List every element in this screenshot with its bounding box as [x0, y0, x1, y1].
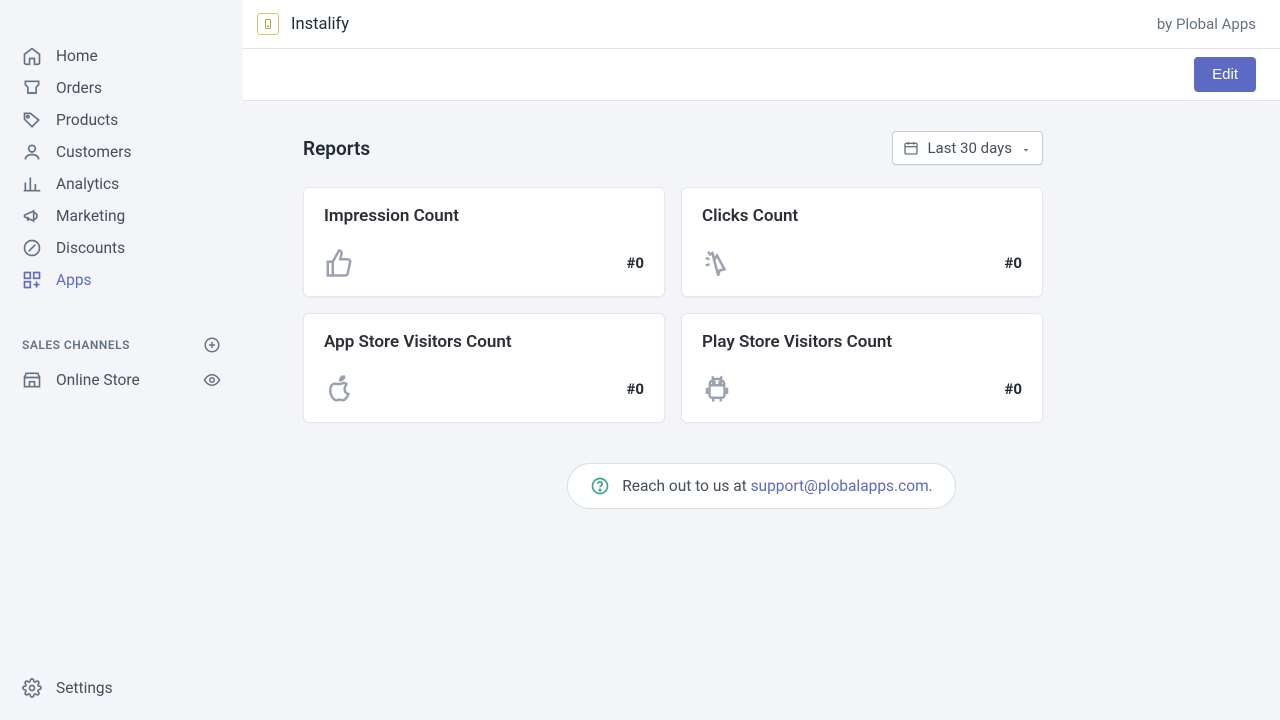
- card-title: App Store Visitors Count: [324, 332, 644, 352]
- apple-icon: [324, 374, 354, 404]
- edit-button[interactable]: Edit: [1194, 57, 1256, 92]
- nav-products[interactable]: Products: [0, 104, 243, 136]
- main: Instalify by Plobal Apps Edit Reports La…: [243, 0, 1280, 720]
- nav-settings[interactable]: Settings: [0, 670, 243, 720]
- megaphone-icon: [22, 206, 42, 226]
- reports-title: Reports: [303, 137, 370, 160]
- nav-label: Orders: [56, 79, 102, 97]
- date-range-select[interactable]: Last 30 days: [892, 131, 1043, 165]
- cursor-click-icon: [702, 248, 732, 278]
- card-title: Play Store Visitors Count: [702, 332, 1022, 352]
- orders-icon: [22, 78, 42, 98]
- calendar-icon: [903, 140, 919, 156]
- nav-list: Home Orders Products Customers Analytics: [0, 40, 243, 296]
- nav-label: Home: [56, 47, 98, 65]
- nav-label: Products: [56, 111, 118, 129]
- card-value: #0: [627, 380, 645, 398]
- support-text: Reach out to us at support@plobalapps.co…: [622, 477, 933, 495]
- store-icon: [22, 370, 42, 390]
- nav-marketing[interactable]: Marketing: [0, 200, 243, 232]
- by-label: by Plobal Apps: [1157, 15, 1256, 33]
- edit-bar: Edit: [243, 49, 1280, 101]
- card-play-store-visitors: Play Store Visitors Count #0: [681, 313, 1043, 423]
- nav-home[interactable]: Home: [0, 40, 243, 72]
- content: Reports Last 30 days Impression Count #0: [243, 101, 1280, 539]
- card-title: Clicks Count: [702, 206, 1022, 226]
- support-message: Reach out to us at support@plobalapps.co…: [567, 463, 956, 509]
- nav-label: Apps: [56, 271, 92, 289]
- home-icon: [22, 46, 42, 66]
- nav-label: Analytics: [56, 175, 119, 193]
- thumbs-up-icon: [324, 248, 354, 278]
- card-clicks-count: Clicks Count #0: [681, 187, 1043, 297]
- reports-grid: Impression Count #0 Clicks Count #0: [303, 187, 1043, 423]
- channel-label: Online Store: [56, 371, 140, 389]
- channel-online-store[interactable]: Online Store: [0, 362, 243, 398]
- help-icon: [590, 476, 610, 496]
- nav-orders[interactable]: Orders: [0, 72, 243, 104]
- nav-label: Customers: [56, 143, 131, 161]
- apps-icon: [22, 270, 42, 290]
- support-prefix: Reach out to us at: [622, 477, 750, 495]
- analytics-icon: [22, 174, 42, 194]
- support-email-link[interactable]: support@plobalapps.com: [751, 477, 929, 495]
- discount-icon: [22, 238, 42, 258]
- gear-icon: [22, 678, 42, 698]
- card-title: Impression Count: [324, 206, 644, 226]
- app-icon: [257, 13, 279, 35]
- chevron-down-icon: [1020, 142, 1032, 154]
- app-title: Instalify: [291, 15, 349, 34]
- sales-channels-label: SALES CHANNELS: [22, 338, 130, 352]
- nav-apps[interactable]: Apps: [0, 264, 243, 296]
- nav-label: Marketing: [56, 207, 125, 225]
- nav-customers[interactable]: Customers: [0, 136, 243, 168]
- user-icon: [22, 142, 42, 162]
- settings-label: Settings: [56, 679, 113, 697]
- card-value: #0: [1005, 380, 1023, 398]
- topbar: Instalify by Plobal Apps: [243, 0, 1280, 49]
- nav-label: Discounts: [56, 239, 125, 257]
- reports-header: Reports Last 30 days: [303, 131, 1043, 165]
- card-app-store-visitors: App Store Visitors Count #0: [303, 313, 665, 423]
- sidebar: Home Orders Products Customers Analytics: [0, 0, 243, 720]
- tag-icon: [22, 110, 42, 130]
- nav-discounts[interactable]: Discounts: [0, 232, 243, 264]
- card-value: #0: [1005, 254, 1023, 272]
- support-pill: Reach out to us at support@plobalapps.co…: [392, 463, 1132, 509]
- sales-channels-header: SALES CHANNELS: [0, 328, 243, 362]
- support-suffix: .: [929, 477, 933, 495]
- card-value: #0: [627, 254, 645, 272]
- nav-analytics[interactable]: Analytics: [0, 168, 243, 200]
- card-impression-count: Impression Count #0: [303, 187, 665, 297]
- add-channel-icon[interactable]: [203, 336, 221, 354]
- eye-icon[interactable]: [203, 371, 221, 389]
- date-range-label: Last 30 days: [927, 139, 1012, 157]
- android-icon: [702, 374, 732, 404]
